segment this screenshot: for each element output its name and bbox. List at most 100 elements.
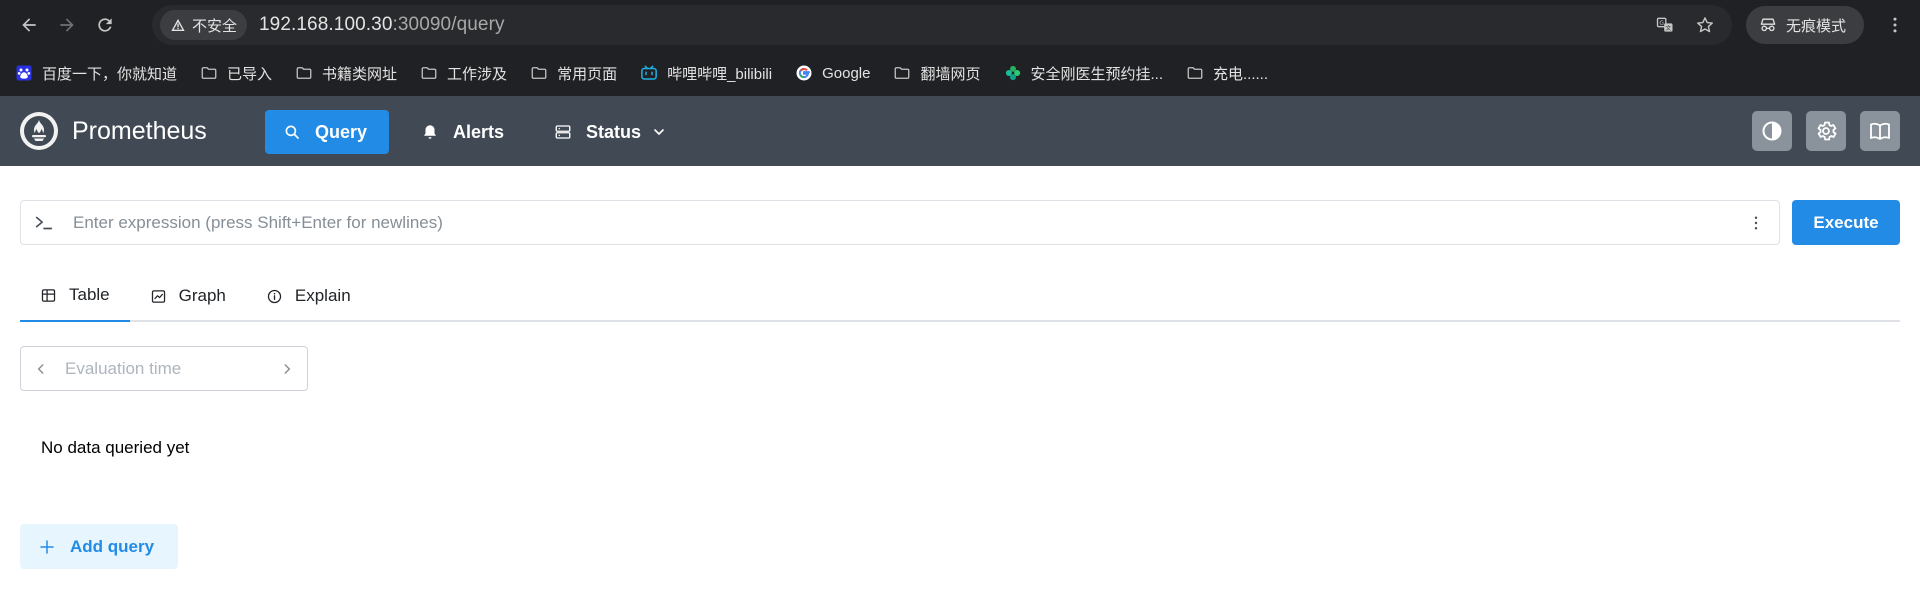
folder-icon xyxy=(294,63,314,83)
browser-toolbar: 不安全 192.168.100.30:30090/query G文 无痕模式 xyxy=(0,0,1920,50)
bookmark-item[interactable]: 翻墙网页 xyxy=(892,63,981,84)
incognito-chip[interactable]: 无痕模式 xyxy=(1746,6,1864,44)
nav-alerts[interactable]: Alerts xyxy=(403,110,522,154)
bookmark-label: Google xyxy=(822,64,871,82)
translate-button[interactable]: G文 xyxy=(1652,12,1678,38)
bookmark-label: 安全刚医生预约挂... xyxy=(1030,65,1164,83)
add-query-button[interactable]: Add query xyxy=(20,524,178,569)
eval-next-button[interactable] xyxy=(277,359,297,379)
chevron-right-icon xyxy=(284,363,291,374)
gear-icon xyxy=(1817,121,1837,141)
bookmark-item[interactable]: 书籍类网址 xyxy=(294,63,397,84)
chevron-left-icon xyxy=(37,363,44,374)
nav-status[interactable]: Status xyxy=(536,110,685,154)
url-path: :30090/query xyxy=(392,14,505,35)
reload-icon xyxy=(98,18,112,32)
table-icon xyxy=(41,288,56,302)
bookmark-label: 常用页面 xyxy=(557,65,618,83)
bookmark-label: 书籍类网址 xyxy=(322,65,398,83)
app-header: Prometheus Query Alerts Status xyxy=(0,96,1920,166)
url-text: 192.168.100.30:30090/query xyxy=(259,14,505,36)
bookmark-label: 已导入 xyxy=(227,65,273,83)
terminal-prompt-icon xyxy=(29,208,59,238)
docs-button[interactable] xyxy=(1860,111,1900,151)
bookmarks-bar: 百度一下，你就知道 已导入 书籍类网址 工作涉及 常用页面 哔哩哔哩_bilibili Go… xyxy=(0,50,1920,96)
browser-menu-button[interactable] xyxy=(1880,10,1910,40)
bookmark-item[interactable]: 已导入 xyxy=(199,63,272,84)
brand-title[interactable]: Prometheus xyxy=(72,117,207,146)
star-icon xyxy=(1697,17,1713,33)
add-query-label: Add query xyxy=(70,536,155,556)
folder-icon xyxy=(419,63,439,83)
url-host: 192.168.100.30 xyxy=(259,14,393,35)
back-button[interactable] xyxy=(12,8,46,42)
plus-icon xyxy=(40,539,54,554)
reload-button[interactable] xyxy=(88,8,122,42)
theme-toggle-button[interactable] xyxy=(1752,111,1792,151)
no-data-message: No data queried yet xyxy=(41,438,190,457)
arrow-right-icon xyxy=(60,18,74,32)
search-icon xyxy=(285,125,299,139)
security-label: 不安全 xyxy=(192,17,238,35)
folder-icon xyxy=(529,63,549,83)
bookmark-item[interactable]: 工作涉及 xyxy=(419,63,507,84)
eval-prev-button[interactable] xyxy=(31,359,51,379)
tab-explain[interactable]: Explain xyxy=(246,270,371,322)
tab-graph-label: Graph xyxy=(178,286,226,305)
tab-table-label: Table xyxy=(69,285,110,304)
incognito-label: 无痕模式 xyxy=(1786,17,1847,35)
contrast-icon xyxy=(1762,121,1782,141)
address-bar[interactable]: 不安全 192.168.100.30:30090/query G文 xyxy=(152,5,1732,45)
tab-table[interactable]: Table xyxy=(20,270,130,322)
prometheus-logo-icon[interactable] xyxy=(20,112,58,150)
bookmark-label: 哔哩哔哩_bilibili xyxy=(667,65,773,83)
security-chip[interactable]: 不安全 xyxy=(160,10,248,40)
nav-query[interactable]: Query xyxy=(265,110,389,154)
tab-explain-label: Explain xyxy=(294,286,351,305)
result-tabs: Table Graph Explain xyxy=(20,270,1900,322)
bookmark-item[interactable]: 充电...... xyxy=(1185,63,1268,84)
kebab-icon xyxy=(1754,216,1758,229)
bookmark-label: 百度一下，你就知道 xyxy=(42,65,178,83)
chart-icon xyxy=(151,289,165,303)
nav-status-label: Status xyxy=(586,121,642,142)
arrow-left-icon xyxy=(22,18,36,32)
expression-input[interactable] xyxy=(71,211,1741,234)
expression-row: Execute xyxy=(20,200,1900,245)
tab-graph[interactable]: Graph xyxy=(130,270,246,322)
folder-icon xyxy=(199,63,219,83)
bookmark-item[interactable]: 安全刚医生预约挂... xyxy=(1003,63,1164,84)
clover-icon xyxy=(1003,63,1023,83)
baidu-icon xyxy=(14,63,34,83)
bookmark-star-button[interactable] xyxy=(1692,12,1718,38)
evaluation-time-input[interactable]: Evaluation time xyxy=(65,359,277,379)
folder-icon xyxy=(892,63,912,83)
bookmark-item[interactable]: 百度一下，你就知道 xyxy=(14,63,177,84)
settings-button[interactable] xyxy=(1806,111,1846,151)
folder-icon xyxy=(1185,63,1205,83)
bookmark-label: 翻墙网页 xyxy=(920,65,981,83)
forward-button[interactable] xyxy=(50,8,84,42)
expression-box[interactable] xyxy=(20,200,1780,245)
svg-text:G: G xyxy=(1659,21,1664,27)
bookmark-item[interactable]: 常用页面 xyxy=(529,63,617,84)
nav-alerts-label: Alerts xyxy=(453,121,505,142)
bookmark-item[interactable]: 哔哩哔哩_bilibili xyxy=(639,63,772,84)
incognito-icon xyxy=(1760,18,1776,32)
bilibili-icon xyxy=(639,63,659,83)
translate-icon: G文 xyxy=(1656,17,1673,32)
bookmark-label: 充电...... xyxy=(1213,65,1269,83)
kebab-icon xyxy=(1893,17,1897,33)
execute-button[interactable]: Execute xyxy=(1792,200,1900,245)
server-icon xyxy=(555,125,571,139)
chevron-down-icon xyxy=(654,129,664,135)
expression-menu-button[interactable] xyxy=(1741,214,1771,232)
bookmark-label: 工作涉及 xyxy=(447,65,508,83)
bookmark-item[interactable]: Google xyxy=(794,63,870,83)
book-icon xyxy=(1870,122,1890,140)
evaluation-time-picker[interactable]: Evaluation time xyxy=(20,346,308,391)
nav-query-label: Query xyxy=(315,121,368,142)
info-icon xyxy=(267,289,282,303)
main-nav: Query Alerts Status xyxy=(265,110,699,154)
bell-icon xyxy=(424,125,436,139)
